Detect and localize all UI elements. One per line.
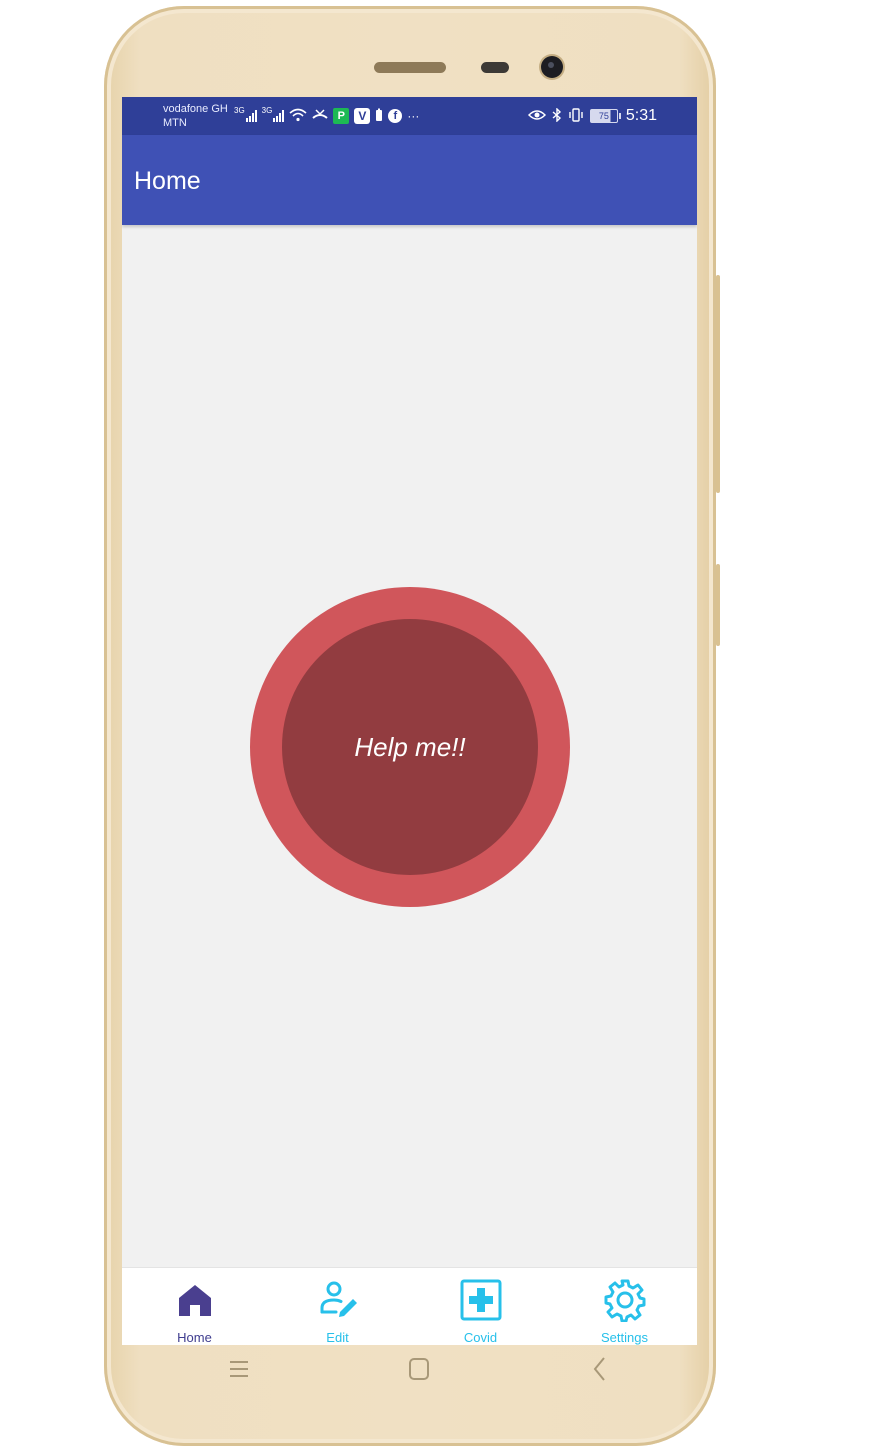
page-title: Home	[134, 167, 201, 195]
nav-item-covid[interactable]: Covid	[409, 1268, 552, 1345]
menu-icon[interactable]	[219, 1353, 259, 1385]
network-type-2: 3G	[261, 106, 273, 115]
help-button-label: Help me!!	[354, 731, 466, 762]
front-camera	[541, 56, 563, 78]
help-button-inner[interactable]: Help me!!	[282, 619, 538, 875]
stage: vodafone GH MTN 3G 3G P V f ··· 75 5:31 …	[0, 0, 869, 1453]
earpiece-speaker	[374, 62, 446, 73]
home-icon	[173, 1278, 217, 1322]
home-square-icon[interactable]	[399, 1353, 439, 1385]
wifi-icon	[289, 108, 307, 125]
vibrate-icon	[568, 107, 584, 125]
nav-label-edit: Edit	[326, 1330, 349, 1345]
eye-comfort-icon	[527, 109, 546, 124]
nav-item-settings[interactable]: Settings	[553, 1268, 696, 1345]
nav-label-covid: Covid	[463, 1330, 498, 1345]
battery-saver-icon	[375, 108, 383, 125]
viber-icon: V	[354, 108, 371, 124]
proximity-sensor	[481, 62, 509, 73]
signal-icon	[245, 110, 257, 122]
signal-icon-2	[273, 110, 285, 122]
nav-item-edit[interactable]: Edit	[266, 1268, 409, 1345]
carrier-info: vodafone GH MTN	[163, 102, 228, 130]
more-notifications-icon: ···	[407, 109, 420, 123]
nav-label-settings: Settings	[601, 1330, 648, 1345]
volume-button	[716, 275, 720, 493]
system-icons: 75 5:31	[527, 106, 657, 126]
network-type-1: 3G	[234, 106, 245, 115]
app-bar: Home	[122, 135, 697, 225]
app-notification-icon: P	[333, 108, 350, 124]
status-bar: vodafone GH MTN 3G 3G P V f ··· 75 5:31	[122, 97, 697, 135]
status-time: 5:31	[625, 107, 657, 124]
notification-icons: 3G 3G P V f ···	[234, 106, 419, 126]
carrier-secondary: MTN	[163, 117, 187, 129]
battery-icon: 75	[589, 109, 621, 123]
screen: vodafone GH MTN 3G 3G P V f ··· 75 5:31 …	[122, 97, 697, 1345]
carrier-primary: vodafone GH	[163, 103, 228, 115]
help-button[interactable]: Help me!!	[250, 587, 570, 907]
user-edit-icon	[316, 1278, 360, 1322]
facebook-icon: f	[388, 109, 403, 123]
bottom-navigation: Home Edit Covid Settings	[122, 1267, 697, 1345]
power-button	[716, 564, 720, 646]
nav-label-home: Home	[177, 1330, 212, 1345]
nav-item-home[interactable]: Home	[123, 1268, 266, 1345]
bluetooth-icon	[552, 106, 562, 125]
medical-cross-icon	[459, 1278, 503, 1322]
missed-call-icon	[312, 108, 328, 125]
gear-icon	[603, 1278, 647, 1323]
back-icon[interactable]	[580, 1353, 620, 1385]
system-navigation	[104, 1345, 716, 1395]
